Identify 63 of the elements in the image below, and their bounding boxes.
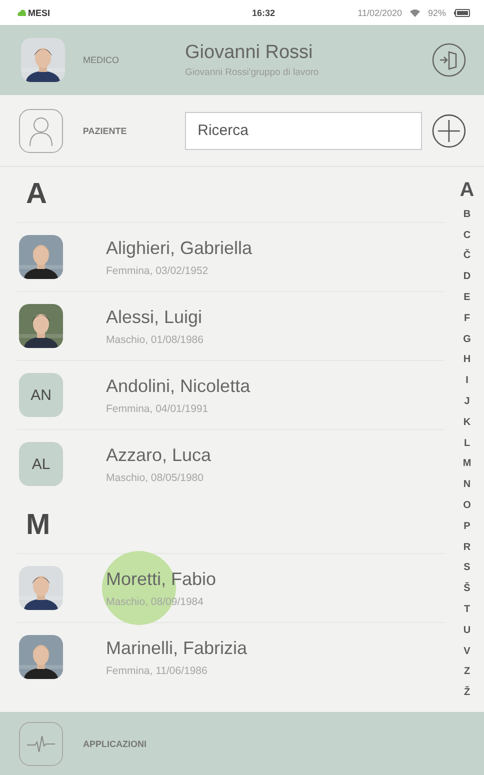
index-letter[interactable]: Ž xyxy=(464,682,470,704)
cloud-icon xyxy=(17,9,26,16)
applications-label: APPLICAZIONI xyxy=(83,738,148,748)
index-letter[interactable]: Z xyxy=(464,662,470,682)
patient-label: PAZIENTE xyxy=(82,126,128,136)
index-letter[interactable]: I xyxy=(466,370,468,392)
patient-name: Alighieri, Gabriella xyxy=(106,238,252,258)
patient-details: Femmina, 11/06/1986 xyxy=(106,664,208,676)
heartbeat-icon xyxy=(26,734,56,754)
workgroup-label: Giovanni Rossi'gruppo di lavoro xyxy=(185,67,320,78)
index-letter[interactable]: K xyxy=(463,412,471,433)
patient-details: Maschio, 08/05/1980 xyxy=(106,472,204,484)
index-letter[interactable]: O xyxy=(463,495,471,516)
index-letter[interactable]: H xyxy=(463,350,471,370)
initials-avatar: AN xyxy=(19,373,63,417)
patient-name: Azzaro, Luca xyxy=(106,444,212,466)
battery-level: 92% xyxy=(428,8,446,18)
index-letter[interactable]: J xyxy=(464,391,470,412)
doctor-name: Giovanni Rossi xyxy=(185,42,314,64)
logout-icon[interactable] xyxy=(432,43,466,77)
search-field[interactable]: Ricerca xyxy=(184,112,422,150)
person-icon xyxy=(28,116,54,146)
add-icon[interactable] xyxy=(432,114,466,148)
patient-button[interactable] xyxy=(19,108,63,152)
applications-button[interactable] xyxy=(19,722,63,766)
index-letter[interactable]: U xyxy=(463,620,471,641)
patient-name: Alessi, Luigi xyxy=(106,306,204,328)
patient-details: Maschio, 01/08/1986 xyxy=(106,334,204,346)
role-label: MEDICO xyxy=(83,55,120,65)
index-letter[interactable]: V xyxy=(464,640,470,662)
index-letter[interactable]: L xyxy=(464,432,470,454)
patient-row[interactable]: Alighieri, Gabriella Femmina, 03/02/1952 xyxy=(17,222,444,291)
index-letter[interactable]: N xyxy=(463,474,471,496)
patient-row[interactable]: AL Azzaro, Luca Maschio, 08/05/1980 xyxy=(17,429,444,498)
battery-icon xyxy=(454,8,470,16)
index-letter[interactable]: S xyxy=(464,558,470,578)
section-letter: M xyxy=(25,508,52,543)
index-letter[interactable]: P xyxy=(464,516,470,537)
patient-name: Andolini, Nicoletta xyxy=(106,376,250,396)
index-letter[interactable]: D xyxy=(463,266,471,288)
index-letter[interactable]: G xyxy=(463,328,471,350)
status-time: 16:32 xyxy=(250,8,276,18)
index-letter[interactable]: Č xyxy=(463,246,471,266)
index-letter[interactable]: T xyxy=(464,599,470,620)
initials-avatar: AL xyxy=(19,442,63,486)
index-letter[interactable]: Š xyxy=(464,578,470,600)
section-letter: A xyxy=(25,177,48,212)
index-letter[interactable]: E xyxy=(464,287,470,308)
index-letter[interactable]: F xyxy=(464,308,470,329)
index-letter[interactable]: B xyxy=(463,204,471,225)
patient-details: Femmina, 03/02/1952 xyxy=(106,264,210,276)
status-date: 11/02/2020 xyxy=(358,8,402,18)
index-letter[interactable]: A xyxy=(460,177,474,204)
patient-row[interactable]: Alessi, Luigi Maschio, 01/08/1986 xyxy=(17,291,444,360)
wifi-icon xyxy=(410,8,420,16)
brand-name: MESI xyxy=(28,8,50,18)
index-letter[interactable]: R xyxy=(463,536,471,558)
patient-row[interactable]: AN Andolini, Nicoletta Femmina, 04/01/1991 xyxy=(17,360,444,429)
patient-name: Marinelli, Fabrizia xyxy=(106,638,248,658)
index-letter[interactable]: C xyxy=(463,224,471,246)
index-letter[interactable]: M xyxy=(462,454,472,474)
patient-row[interactable]: Marinelli, Fabrizia Femmina, 11/06/1986 xyxy=(17,622,444,691)
patient-details: Femmina, 04/01/1991 xyxy=(106,402,210,414)
